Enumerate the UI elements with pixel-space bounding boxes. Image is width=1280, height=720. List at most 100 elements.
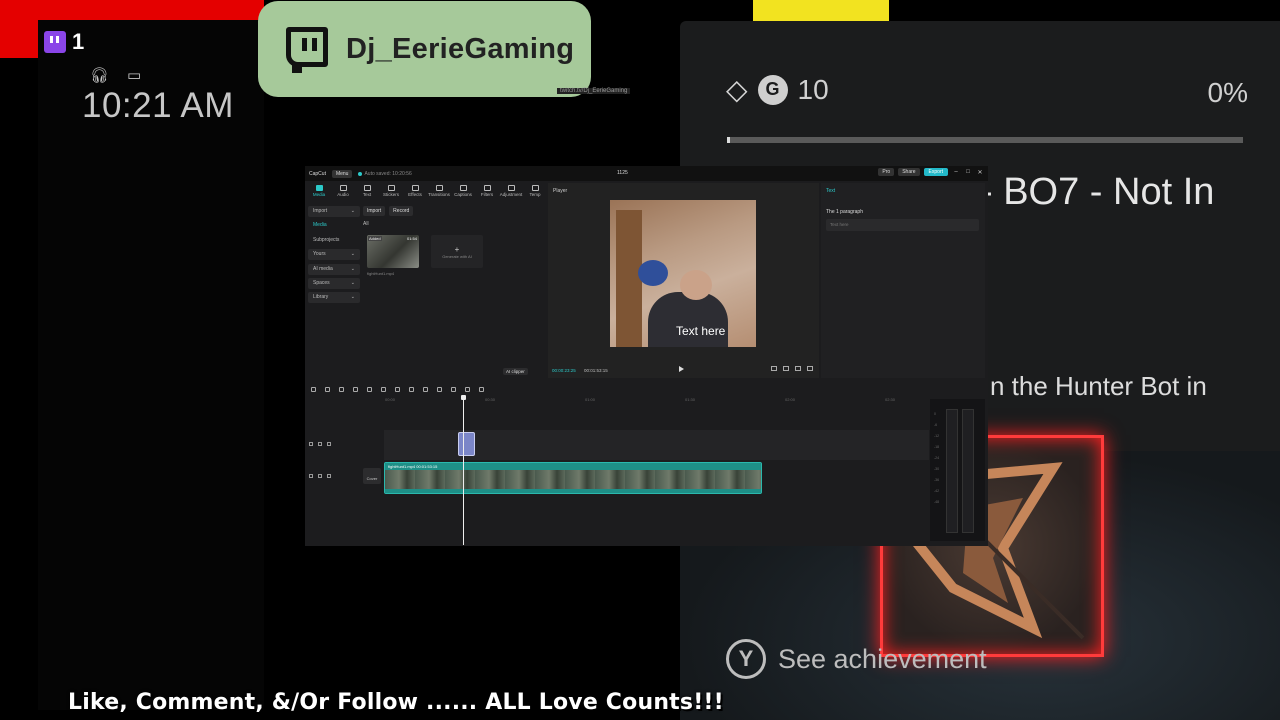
meter-left-channel: [946, 409, 958, 533]
tool-label: Transitions: [428, 192, 450, 197]
split-right-icon[interactable]: [381, 386, 386, 392]
tool-effects[interactable]: Effects: [405, 181, 425, 201]
fullscreen-icon[interactable]: [807, 366, 813, 371]
media-icon: [315, 185, 323, 191]
track-hide-icon[interactable]: [318, 474, 322, 478]
crop-icon[interactable]: [783, 366, 789, 371]
track-mute-icon[interactable]: [327, 442, 331, 446]
freeze-icon[interactable]: [423, 386, 428, 392]
minimize-icon[interactable]: –: [952, 169, 960, 175]
quality-icon[interactable]: [795, 366, 801, 371]
ruler-tick: 01:00: [585, 397, 596, 402]
project-name: 1125: [617, 170, 628, 176]
sidebar-label: Media: [313, 222, 327, 229]
sidebar-item-ai-media[interactable]: AI media ⌄: [308, 263, 360, 275]
pro-button[interactable]: Pro: [878, 168, 895, 176]
preview-blue-shape: [638, 260, 668, 286]
play-icon[interactable]: [679, 366, 684, 372]
see-achievement-button[interactable]: Y See achievement: [726, 639, 987, 679]
audio-meter: 0 -6 -12 -18 -24 -30 -36 -42 -48: [930, 399, 985, 541]
sidebar-item-library[interactable]: Library ⌄: [308, 292, 360, 304]
media-filter-all[interactable]: All: [363, 221, 545, 227]
sidebar-item-spaces[interactable]: Spaces ⌄: [308, 277, 360, 289]
autosave-dot-icon: [358, 171, 363, 176]
ratio-icon[interactable]: [771, 366, 777, 371]
sidebar-item-subprojects[interactable]: Subprojects: [308, 235, 360, 246]
added-badge: Added: [368, 236, 382, 241]
rotate-icon[interactable]: [465, 386, 470, 392]
tool-label: Temp: [529, 192, 541, 197]
cover-button[interactable]: Cover: [363, 468, 381, 484]
autosave-text: Auto saved: 10:20:56: [364, 170, 412, 177]
tool-audio[interactable]: Audio: [333, 181, 353, 201]
close-icon[interactable]: ✕: [976, 169, 984, 176]
tool-label: Text: [362, 192, 372, 197]
sidebar-label: AI media: [313, 265, 333, 272]
tool-filters[interactable]: Filters: [477, 181, 497, 201]
gamerscore-row: ◇ G 10: [726, 73, 829, 106]
track-hide-icon[interactable]: [318, 442, 322, 446]
media-actions: Import Record: [363, 206, 545, 216]
filters-icon: [483, 185, 491, 191]
overlay-red-block: [0, 20, 38, 58]
tab-text[interactable]: Text: [826, 188, 835, 194]
headset-icon: 🎧︎: [90, 67, 110, 84]
tool-templates[interactable]: Temp: [525, 181, 545, 201]
preview-text-overlay[interactable]: Text here: [676, 324, 725, 338]
video-preview[interactable]: Text here: [610, 200, 756, 347]
overlay-track-controls: [309, 442, 331, 446]
meter-label: -12: [934, 434, 940, 438]
tool-media[interactable]: Media: [309, 181, 329, 201]
tool-text[interactable]: Text: [357, 181, 377, 201]
track-lock-icon[interactable]: [309, 474, 313, 478]
sidebar-item-import[interactable]: Import ⌄: [308, 206, 360, 217]
split-left-icon[interactable]: [367, 386, 372, 392]
split-icon[interactable]: [353, 386, 358, 392]
reverse-icon[interactable]: [437, 386, 442, 392]
record-button[interactable]: Record: [389, 206, 414, 216]
select-icon[interactable]: [311, 386, 316, 392]
audio-icon: [339, 185, 347, 191]
timeline-tracks: Cover fightHunt1.mp4 00:01:53:15: [305, 404, 931, 546]
marker-icon[interactable]: [409, 386, 414, 392]
tool-transitions[interactable]: Transitions: [428, 181, 450, 201]
sidebar-item-media[interactable]: Media: [308, 220, 360, 231]
maximize-icon[interactable]: □: [964, 169, 972, 175]
menu-button[interactable]: Menu: [331, 169, 353, 178]
export-button[interactable]: Export: [923, 168, 948, 176]
overlay-clip[interactable]: [458, 432, 475, 456]
share-button[interactable]: Share: [898, 168, 920, 176]
sidebar-label: Import: [313, 208, 328, 214]
crop-tl-icon[interactable]: [479, 386, 484, 392]
effects-icon: [411, 185, 419, 191]
main-video-clip[interactable]: fightHunt1.mp4 00:01:53:15: [384, 462, 762, 494]
meter-label: -24: [934, 456, 940, 460]
timeline-ruler[interactable]: 00:00 00:30 01:00 01:30 02:00 02:30: [385, 397, 935, 403]
media-clip-thumbnail[interactable]: Added 01:54: [367, 235, 419, 268]
adjustment-icon: [507, 185, 515, 191]
capcut-window: CapCut Menu Auto saved: 10:20:56 1125 Pr…: [305, 166, 988, 546]
ruler-tick: 02:30: [885, 397, 896, 402]
playhead[interactable]: [463, 395, 464, 545]
generate-with-ai-tile[interactable]: + Generate with AI: [431, 235, 483, 268]
undo-icon[interactable]: [325, 386, 330, 392]
stream-banner: Like, Comment, &/Or Follow ...... ALL Lo…: [68, 690, 724, 715]
tool-adjustment[interactable]: Adjustment: [500, 181, 522, 201]
text-icon: [363, 185, 371, 191]
track-mute-icon[interactable]: [327, 474, 331, 478]
tool-stickers[interactable]: Stickers: [381, 181, 401, 201]
text-input[interactable]: Text here: [826, 219, 979, 231]
sidebar-item-yours[interactable]: Yours ⌄: [308, 249, 360, 261]
playhead-handle[interactable]: [461, 395, 466, 400]
overlay-red-bar: [0, 0, 264, 20]
import-button[interactable]: Import: [363, 206, 386, 216]
delete-icon[interactable]: [395, 386, 400, 392]
preview-door: [616, 210, 642, 347]
ai-clipper-button[interactable]: AI clipper: [503, 368, 528, 375]
meter-scale: 0 -6 -12 -18 -24 -30 -36 -42 -48: [934, 409, 939, 508]
mirror-icon[interactable]: [451, 386, 456, 392]
redo-icon[interactable]: [339, 386, 344, 392]
track-lock-icon[interactable]: [309, 442, 313, 446]
sidebar-label: Yours: [313, 251, 326, 258]
tool-captions[interactable]: Captions: [453, 181, 473, 201]
